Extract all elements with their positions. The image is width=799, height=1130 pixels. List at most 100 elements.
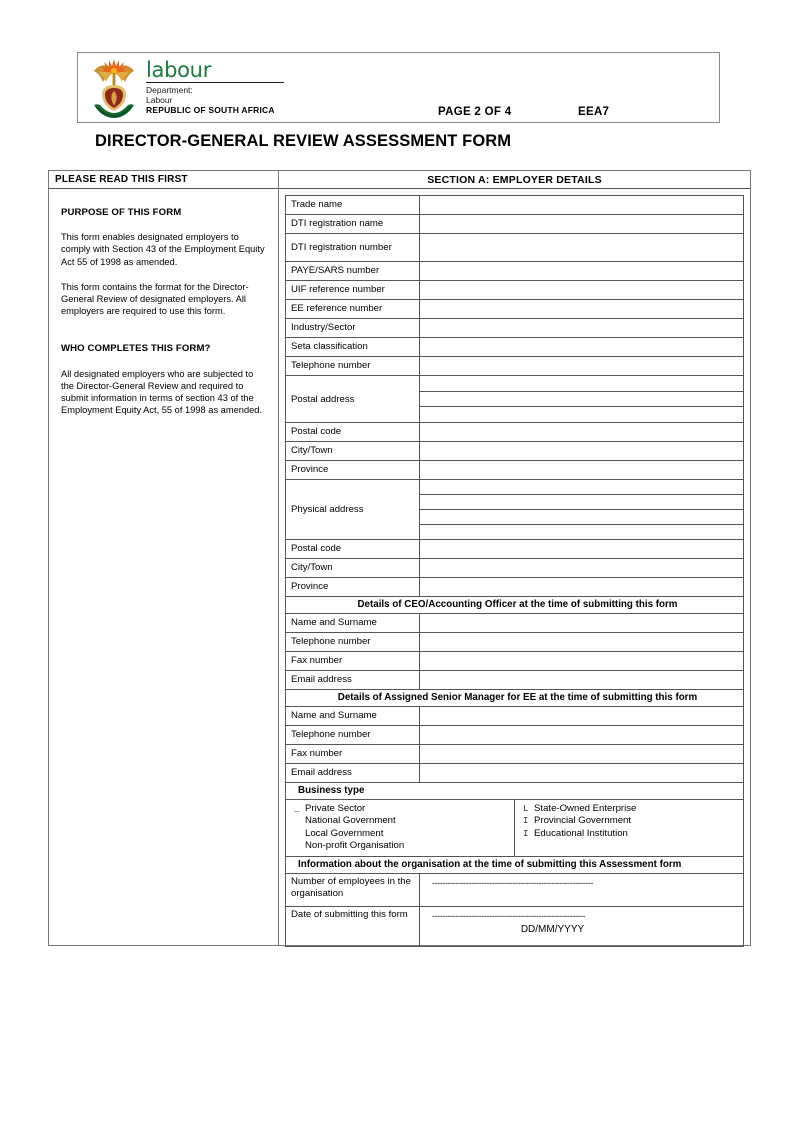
table-row: Number of employees in the organisation … [286,874,743,907]
ceo-name-surname-input[interactable] [420,614,743,632]
field-label: Telephone number [286,726,420,744]
dti-registration-number-input[interactable] [420,234,743,261]
physical-province-input[interactable] [420,578,743,596]
physical-address-line-input[interactable] [420,480,743,495]
logo-wordmark: labour [146,58,212,82]
city-town-input[interactable] [420,442,743,460]
checkbox-icon[interactable]: _ [294,803,303,815]
ee-reference-number-input[interactable] [420,300,743,318]
field-label: Seta classification [286,338,420,356]
purpose-heading: PURPOSE OF THIS FORM [61,207,182,218]
trade-name-input[interactable] [420,196,743,214]
field-label: Fax number [286,745,420,763]
physical-address-line-input[interactable] [420,510,743,525]
table-row: DTI registration number [286,234,743,262]
postal-address-line-input[interactable] [420,376,743,392]
table-row: City/Town [286,559,743,578]
industry-sector-input[interactable] [420,319,743,337]
field-label: Email address [286,764,420,782]
organisation-info-heading: Information about the organisation at th… [286,857,743,874]
table-row: UIF reference number [286,281,743,300]
business-type-option-provincial-government[interactable]: I Provincial Government [523,815,743,827]
who-completes-heading: WHO COMPLETES THIS FORM? [61,343,211,355]
table-row: Postal address [286,376,743,423]
logo-underline [146,82,284,83]
field-label: Postal address [286,376,420,422]
ceo-email-input[interactable] [420,671,743,689]
field-label: Postal code [286,540,420,558]
field-label: Trade name [286,196,420,214]
postal-code-input[interactable] [420,423,743,441]
seta-classification-input[interactable] [420,338,743,356]
option-label: Non-profit Organisation [305,839,405,851]
manager-email-input[interactable] [420,764,743,782]
field-label: Name and Surname [286,614,420,632]
date-of-submission-input[interactable]: ----------------------------------------… [432,911,743,921]
business-type-option-local-government[interactable]: Local Government [294,828,514,840]
business-type-option-private-sector[interactable]: _ Private Sector [294,803,514,815]
checkbox-icon[interactable]: I [523,815,532,827]
table-row: Trade name [286,196,743,215]
manager-fax-input[interactable] [420,745,743,763]
table-row: Telephone number [286,633,743,652]
checkbox-icon[interactable]: L [523,803,532,815]
uif-reference-number-input[interactable] [420,281,743,299]
business-type-heading: Business type [286,783,743,800]
dti-registration-name-input[interactable] [420,215,743,233]
physical-address-line-input[interactable] [420,525,743,539]
table-row: Date of submitting this form -----------… [286,907,743,947]
table-row: Email address [286,671,743,690]
physical-address-input-group [420,480,743,539]
telephone-number-input[interactable] [420,357,743,375]
option-label: National Government [305,815,396,827]
paye-sars-number-input[interactable] [420,262,743,280]
field-label: City/Town [286,559,420,577]
field-label: DTI registration number [286,234,420,261]
ceo-telephone-input[interactable] [420,633,743,651]
purpose-paragraph-2: This form contains the format for the Di… [61,281,249,317]
logo-department-line2: Labour [146,95,173,105]
table-row: Fax number [286,745,743,764]
section-a-panel: SECTION A: EMPLOYER DETAILS Trade name D… [279,171,750,947]
option-label: Private Sector [305,803,366,814]
field-label: Postal code [286,423,420,441]
province-input[interactable] [420,461,743,479]
field-label: Telephone number [286,357,420,375]
field-label: Fax number [286,652,420,670]
business-type-option-non-profit-organisation[interactable]: Non-profit Organisation [294,840,514,852]
checkbox-icon[interactable]: I [523,828,532,840]
logo-country-line: REPUBLIC OF SOUTH AFRICA [146,105,275,115]
table-row: City/Town [286,442,743,461]
field-label: Date of submitting this form [286,907,420,946]
table-row: Industry/Sector [286,319,743,338]
manager-name-surname-input[interactable] [420,707,743,725]
form-frame: PLEASE READ THIS FIRST PURPOSE OF THIS F… [48,170,751,947]
field-label: Province [286,578,420,596]
table-row: DTI registration name [286,215,743,234]
business-type-option-national-government[interactable]: National Government [294,815,514,827]
business-type-option-educational-institution[interactable]: I Educational Institution [523,828,743,840]
instructions-panel: PLEASE READ THIS FIRST PURPOSE OF THIS F… [49,171,279,945]
ceo-fax-input[interactable] [420,652,743,670]
senior-manager-section-heading: Details of Assigned Senior Manager for E… [286,690,743,707]
postal-address-line-input[interactable] [420,392,743,408]
physical-postal-code-input[interactable] [420,540,743,558]
physical-address-line-input[interactable] [420,495,743,510]
field-label: City/Town [286,442,420,460]
business-type-option-state-owned-enterprise[interactable]: L State-Owned Enterprise [523,803,743,815]
field-label: Province [286,461,420,479]
manager-telephone-input[interactable] [420,726,743,744]
field-label: DTI registration name [286,215,420,233]
field-label: Industry/Sector [286,319,420,337]
number-of-employees-input[interactable]: ----------------------------------------… [432,878,743,888]
physical-city-town-input[interactable] [420,559,743,577]
field-label: Physical address [286,480,420,539]
field-label: Name and Surname [286,707,420,725]
table-row: Name and Surname [286,707,743,726]
who-completes-paragraph: All designated employers who are subject… [61,368,263,416]
table-row: EE reference number [286,300,743,319]
table-row: Seta classification [286,338,743,357]
postal-address-line-input[interactable] [420,407,743,422]
instructions-panel-body: PURPOSE OF THIS FORM This form enables d… [49,189,278,416]
table-row: Email address [286,764,743,783]
